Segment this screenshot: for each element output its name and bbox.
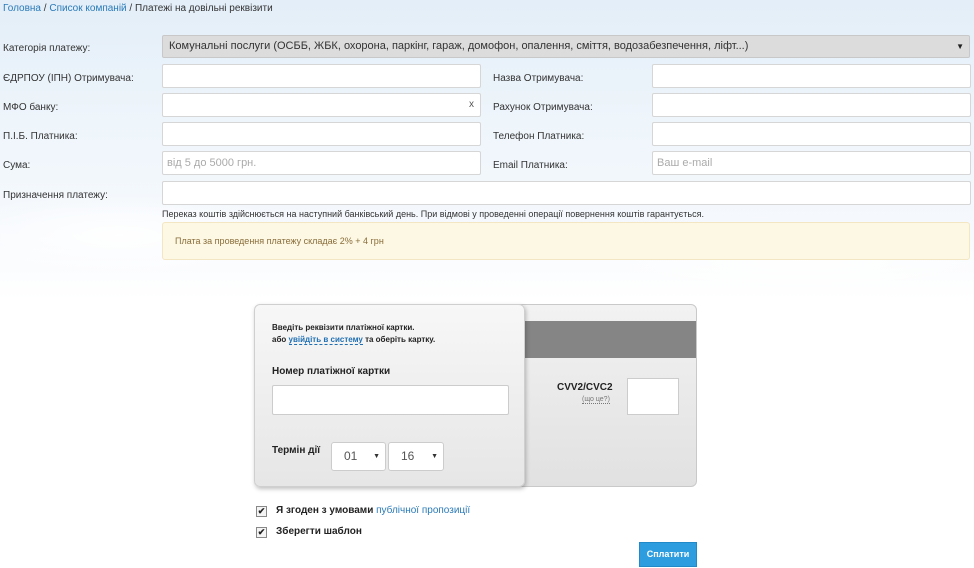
expiry-label: Термін дії [272,445,321,456]
expiry-month-select[interactable]: 01 ▼ [331,442,386,471]
breadcrumb: Головна / Список компаній / Платежі на д… [3,3,273,14]
breadcrumb-separator: / [126,3,135,14]
save-template-row: ✔ Зберегти шаблон [256,526,362,538]
expiry-year-value: 16 [401,449,415,463]
payer-phone-input[interactable] [652,122,971,146]
card-intro-prefix: або [272,335,289,344]
card-intro-suffix: та оберіть картку. [362,335,436,344]
expiry-year-select[interactable]: 16 ▼ [388,442,444,471]
offer-link[interactable]: публічної пропозиції [376,505,470,516]
mfo-label: МФО банку: [3,102,59,113]
chevron-down-icon: ▼ [373,453,380,460]
login-link[interactable]: увійдіть в систему [288,335,363,345]
chevron-down-icon: ▼ [431,453,438,460]
mfo-input[interactable]: x [162,93,481,117]
card-number-label: Номер платіжної картки [272,366,391,377]
category-select-value: Комунальні послуги (ОСББ, ЖБК, охорона, … [169,40,749,52]
card-intro: Введіть реквізити платіжної картки. або … [272,322,435,346]
agree-text: Я згоден з умовами [276,505,377,516]
save-template-text: Зберегти шаблон [276,526,362,537]
card-intro-line: Введіть реквізити платіжної картки. [272,323,415,332]
payer-phone-label: Телефон Платника: [493,131,585,142]
expiry-month-value: 01 [344,449,358,463]
card-number-input[interactable] [272,385,509,415]
agree-row: ✔ Я згоден з умовами публічної пропозиції [256,505,470,517]
purpose-label: Призначення платежу: [3,190,108,201]
amount-label: Сума: [3,160,31,171]
breadcrumb-home-link[interactable]: Головна [3,3,41,14]
card-intro-line: або увійдіть в систему та оберіть картку… [272,334,435,346]
cvv-input[interactable] [627,378,679,415]
fee-text: Плата за проведення платежу складає 2% +… [175,236,384,246]
cvv-help-link[interactable]: (що це?) [582,396,610,404]
email-placeholder: Ваш e-mail [657,157,713,169]
agree-checkbox[interactable]: ✔ [256,506,267,517]
recipient-name-input[interactable] [652,64,971,88]
clear-icon[interactable]: x [469,94,474,116]
payer-name-input[interactable] [162,122,481,146]
fee-alert: Плата за проведення платежу складає 2% +… [162,222,970,260]
save-template-checkbox[interactable]: ✔ [256,527,267,538]
category-label: Категорія платежу: [3,43,91,54]
recipient-name-label: Назва Отримувача: [493,73,584,84]
chevron-down-icon: ▼ [956,42,964,51]
account-input[interactable] [652,93,971,117]
amount-input[interactable]: від 5 до 5000 грн. [162,151,481,175]
purpose-input[interactable] [162,181,971,205]
account-label: Рахунок Отримувача: [493,102,593,113]
amount-placeholder: від 5 до 5000 грн. [167,157,257,169]
breadcrumb-companies-link[interactable]: Список компаній [49,3,126,14]
card-front: Введіть реквізити платіжної картки. або … [254,304,525,487]
pay-button[interactable]: Сплатити [639,542,697,567]
edrpou-input[interactable] [162,64,481,88]
cvv-label: CVV2/CVC2 [557,382,613,393]
transfer-note: Переказ коштів здійснюється на наступний… [162,209,704,219]
edrpou-label: ЄДРПОУ (ІПН) Отримувача: [3,73,134,84]
email-input[interactable]: Ваш e-mail [652,151,971,175]
breadcrumb-current: Платежі на довільні реквізити [134,3,273,14]
email-label: Email Платника: [493,160,568,171]
category-select[interactable]: Комунальні послуги (ОСББ, ЖБК, охорона, … [162,35,970,58]
payer-name-label: П.І.Б. Платника: [3,131,78,142]
